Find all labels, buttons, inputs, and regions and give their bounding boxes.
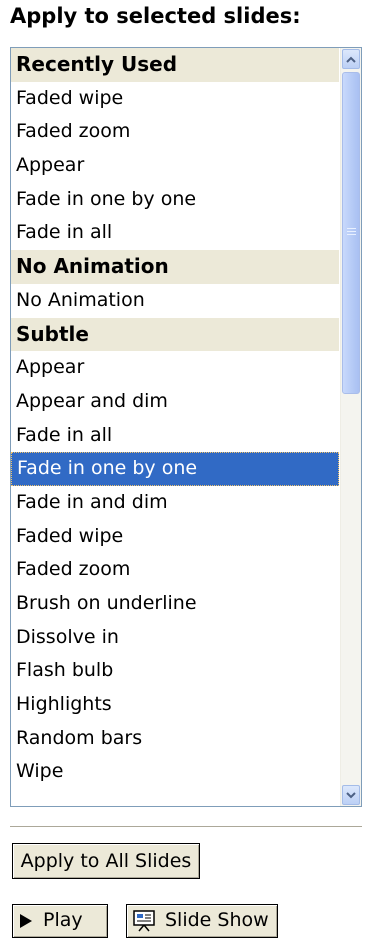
list-item[interactable]: Flash bulb <box>11 654 339 689</box>
list-item[interactable]: Faded zoom <box>11 115 339 150</box>
list-rows: Recently Used Faded wipe Faded zoom Appear F… <box>11 48 339 806</box>
scroll-down-button[interactable] <box>342 785 360 805</box>
list-item[interactable]: Faded zoom <box>11 553 339 587</box>
list-item[interactable]: Fade in one by one <box>11 452 339 486</box>
list-item[interactable]: Fade in all <box>11 418 339 453</box>
separator <box>10 826 362 827</box>
list-item[interactable]: Random bars <box>11 721 339 756</box>
list-group-header: Recently Used <box>11 48 339 82</box>
play-button-label: Play <box>43 909 83 931</box>
slide-show-screen-icon <box>133 909 155 931</box>
list-item[interactable]: Appear and dim <box>11 384 339 419</box>
list-item[interactable]: Dissolve in <box>11 620 339 655</box>
slide-show-button[interactable]: Slide Show <box>126 904 278 938</box>
list-item[interactable]: Faded wipe <box>11 519 339 554</box>
grip-icon <box>347 228 356 237</box>
scrollbar-thumb[interactable] <box>342 72 360 394</box>
chevron-down-icon <box>346 791 356 798</box>
list-item[interactable]: Fade in and dim <box>11 485 339 520</box>
list-item[interactable]: Appear <box>11 351 339 385</box>
list-item[interactable]: Appear <box>11 149 339 183</box>
chevron-up-icon <box>346 56 356 63</box>
list-item[interactable]: Faded wipe <box>11 81 339 116</box>
play-triangle-icon <box>20 913 32 928</box>
scroll-up-button[interactable] <box>342 49 360 69</box>
list-item[interactable]: Brush on underline <box>11 587 339 621</box>
animation-scheme-list[interactable]: Recently Used Faded wipe Faded zoom Appear F… <box>10 47 362 807</box>
vertical-scrollbar[interactable] <box>340 48 361 806</box>
list-group-header: Subtle <box>11 317 339 352</box>
apply-to-selected-heading: Apply to selected slides: <box>10 4 301 28</box>
list-group-header: No Animation <box>11 250 339 284</box>
list-item[interactable]: Wipe <box>11 755 339 790</box>
play-button[interactable]: Play <box>12 904 108 938</box>
list-item[interactable]: Highlights <box>11 688 339 722</box>
slide-show-button-label: Slide Show <box>165 909 269 931</box>
list-item[interactable]: Fade in all <box>11 216 339 251</box>
list-item[interactable]: Fade in one by one <box>11 182 339 217</box>
list-item[interactable]: No Animation <box>11 283 339 318</box>
apply-to-all-slides-button[interactable]: Apply to All Slides <box>12 843 200 879</box>
